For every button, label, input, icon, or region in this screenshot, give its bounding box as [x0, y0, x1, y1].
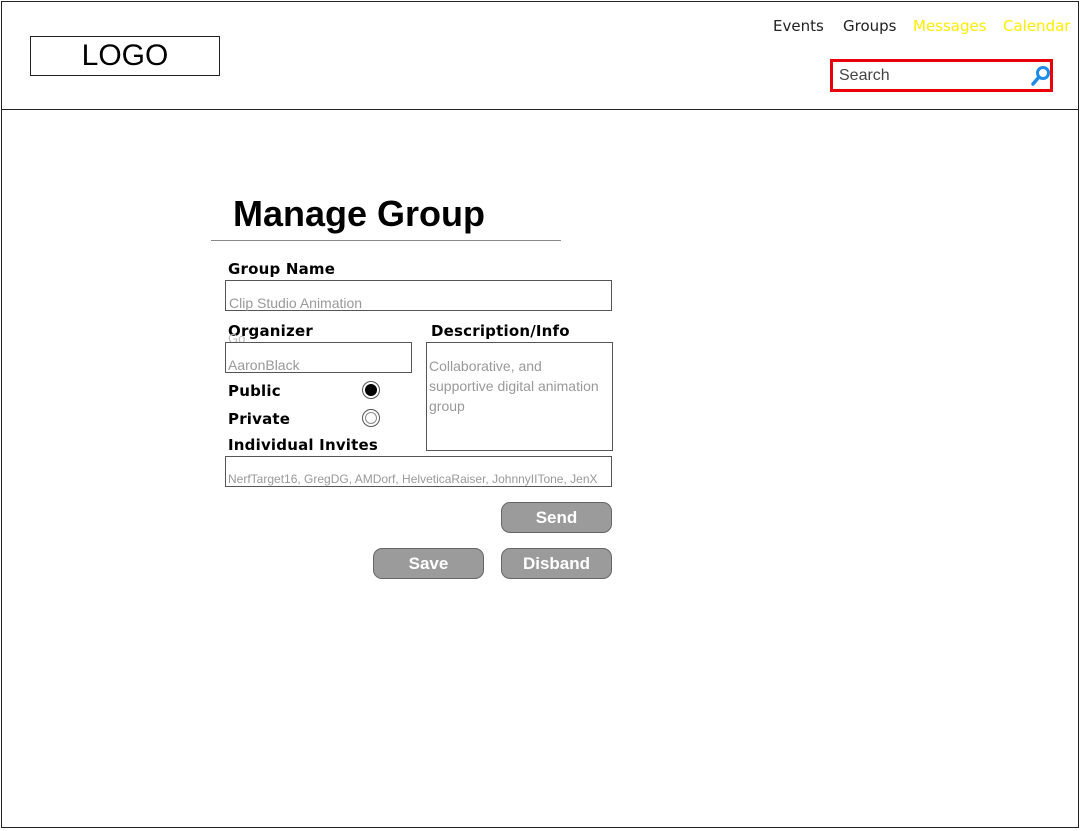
header-divider	[1, 109, 1079, 110]
group-name-field[interactable]	[225, 280, 612, 311]
public-radio[interactable]	[362, 381, 380, 399]
title-underline	[211, 240, 561, 241]
organizer-field[interactable]	[225, 342, 412, 373]
group-name-label: Group Name	[228, 260, 336, 278]
invites-text[interactable]: NerfTarget16, GregDG, AMDorf, HelveticaR…	[228, 472, 608, 486]
logo[interactable]: LOGO	[30, 36, 220, 76]
description-text[interactable]: Collaborative, and supportive digital an…	[429, 356, 607, 416]
description-field[interactable]: Collaborative, and supportive digital an…	[426, 342, 613, 451]
invites-label: Individual Invites	[228, 436, 379, 454]
organizer-input[interactable]	[228, 357, 408, 373]
public-label: Public	[228, 382, 281, 400]
private-radio-dot	[365, 412, 377, 424]
nav-calendar[interactable]: Calendar	[1003, 17, 1070, 35]
private-label: Private	[228, 410, 291, 428]
search-icon[interactable]	[1030, 65, 1052, 87]
search-box	[830, 59, 1053, 92]
group-name-input[interactable]	[229, 295, 599, 311]
save-button[interactable]: Save	[373, 548, 484, 579]
nav-groups[interactable]: Groups	[843, 17, 896, 35]
nav-messages[interactable]: Messages	[913, 17, 987, 35]
send-button[interactable]: Send	[501, 502, 612, 533]
public-radio-dot	[365, 384, 377, 396]
nav-events[interactable]: Events	[773, 17, 824, 35]
private-radio[interactable]	[362, 409, 380, 427]
search-input[interactable]	[839, 66, 1019, 86]
description-label: Description/Info	[431, 322, 570, 340]
page-title: Manage Group	[233, 193, 486, 234]
disband-button[interactable]: Disband	[501, 548, 612, 579]
logo-text: LOGO	[81, 39, 169, 72]
invites-field[interactable]: NerfTarget16, GregDG, AMDorf, HelveticaR…	[225, 456, 612, 487]
